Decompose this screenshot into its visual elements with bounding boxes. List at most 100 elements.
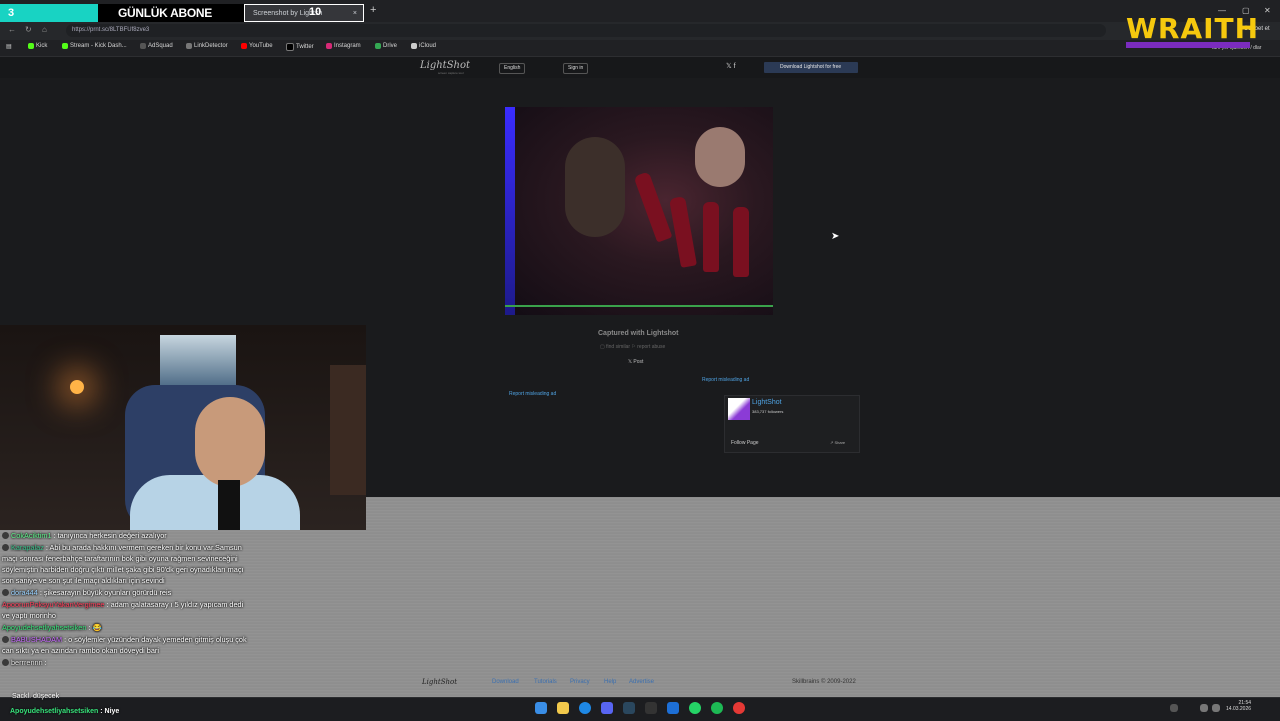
- x-post-button[interactable]: 𝕏 Post: [628, 359, 643, 365]
- discord-icon[interactable]: [601, 702, 613, 714]
- chat-overlay: CokAciktim1 : tanıyınca herkesin değeri …: [0, 530, 250, 669]
- bookmark-twitter[interactable]: Twitter: [286, 43, 314, 51]
- alert-message: Apoyudehsetliyahsetsiken : Niye: [10, 708, 119, 715]
- streamer-head: [195, 397, 265, 487]
- fb-followers: 383,737 followers: [752, 409, 784, 414]
- signin-button[interactable]: Sign in: [563, 63, 589, 74]
- chat-username: Apoyudehsetliyahsetsiken: [2, 623, 87, 632]
- wave-poster: [160, 335, 236, 387]
- url-input[interactable]: https://prnt.sc/8LTBFUf8zve3: [66, 24, 1106, 37]
- footer-link-help[interactable]: Help: [604, 679, 616, 685]
- chat-message: BABUSHADAM : o söylemler yüzünden dayak …: [2, 634, 250, 656]
- footer-link-tutorials[interactable]: Tutorials: [534, 679, 557, 685]
- static-noise-overlay: [366, 497, 1280, 697]
- app-icon[interactable]: [667, 702, 679, 714]
- network-icon[interactable]: [1200, 704, 1208, 712]
- download-button[interactable]: Download Lightshot for free: [764, 62, 858, 73]
- icloud-icon: [411, 43, 417, 49]
- follow-page-button[interactable]: Follow Page: [731, 440, 759, 446]
- alert-username: Apoyudehsetliyahsetsiken: [10, 708, 99, 715]
- bottle: [733, 207, 749, 277]
- badge-icon: [2, 532, 9, 539]
- chat-username: CokAciktim1: [11, 531, 52, 540]
- lightshot-header: [0, 57, 1280, 78]
- lightshot-logo[interactable]: LightShot: [420, 60, 470, 71]
- bookmark-kick-dashboard[interactable]: Stream - Kick Dash...: [62, 43, 127, 49]
- alert-small-text: Sackl. düşecek: [12, 693, 60, 700]
- overlay-tab-3[interactable]: 3: [0, 4, 98, 22]
- gunluk-abone-tab[interactable]: GÜNLÜK ABONE: [98, 4, 244, 22]
- chat-text: : tanıyınca herkesin değeri azalıyor: [53, 531, 167, 540]
- volume-icon[interactable]: [1212, 704, 1220, 712]
- adsquad-icon: [140, 43, 146, 49]
- badge-icon: [2, 544, 9, 551]
- share-button[interactable]: ↗ Share: [830, 440, 845, 445]
- spotify-icon[interactable]: [711, 702, 723, 714]
- bottle: [633, 171, 673, 243]
- lightshot-avatar[interactable]: [728, 398, 750, 420]
- chat-username: berrrennn: [11, 658, 43, 667]
- footer-link-download[interactable]: Download: [492, 679, 519, 685]
- alert-text: : Niye: [100, 708, 120, 715]
- tab-lightshot[interactable]: Screenshot by Lightsh ×: [244, 4, 364, 22]
- youtube-icon: [241, 43, 247, 49]
- report-ad-link[interactable]: Report misleading ad: [509, 391, 556, 397]
- tab-count-badge: 10: [309, 6, 322, 18]
- bookmark-icloud[interactable]: iCloud: [411, 43, 436, 49]
- chat-username: ApoorunPoksyuYakanVergimee: [2, 600, 105, 609]
- edge-icon[interactable]: [579, 702, 591, 714]
- badge-icon: [2, 659, 9, 666]
- bookmark-drive[interactable]: Drive: [375, 43, 397, 49]
- bottle: [703, 202, 719, 272]
- bookmark-kick[interactable]: Kick: [28, 43, 47, 49]
- clock-date: 14.03.2026: [1226, 706, 1252, 712]
- image-actions[interactable]: ▢ find similar ⚐ report abuse: [600, 344, 665, 350]
- reload-icon[interactable]: ↻: [25, 25, 32, 34]
- windows-taskbar: [0, 697, 1280, 721]
- lightshot-logo-sub: screen capture tool: [438, 71, 464, 75]
- badge-icon: [2, 636, 9, 643]
- kick-icon: [28, 43, 34, 49]
- wraith-underline: [1126, 42, 1250, 48]
- chat-username: dora444: [11, 588, 38, 597]
- link-icon: [186, 43, 192, 49]
- blue-light: [505, 107, 515, 315]
- badge-icon: [2, 589, 9, 596]
- footer-link-advertise[interactable]: Advertise: [629, 679, 654, 685]
- captured-text: Captured with Lightshot: [598, 330, 679, 337]
- new-tab-button[interactable]: +: [370, 4, 376, 16]
- system-clock[interactable]: 21:54 14.03.2026: [1226, 700, 1251, 712]
- mouse-cursor-icon: ➤: [831, 231, 840, 242]
- kick-icon: [62, 43, 68, 49]
- close-icon[interactable]: ×: [353, 10, 357, 17]
- tray-chevron-icon[interactable]: [1170, 704, 1178, 712]
- whatsapp-icon[interactable]: [689, 702, 701, 714]
- wraith-logo: WRAITH: [1126, 12, 1260, 45]
- bookmark-instagram[interactable]: Instagram: [326, 43, 361, 49]
- chat-message: ApoorunPoksyuYakanVergimee : adam galata…: [2, 599, 250, 621]
- window-close-icon[interactable]: ✕: [1264, 6, 1271, 15]
- bookmarks-menu-icon[interactable]: ▤: [6, 43, 12, 50]
- back-icon[interactable]: ←: [8, 25, 16, 34]
- gunluk-abone-label: GÜNLÜK ABONE: [118, 6, 212, 20]
- bookmark-adsquad[interactable]: AdSquad: [140, 43, 173, 49]
- file-explorer-icon[interactable]: [557, 702, 569, 714]
- chat-username: Karapalaz: [11, 543, 44, 552]
- social-icons[interactable]: 𝕏 f: [726, 62, 736, 70]
- footer-link-privacy[interactable]: Privacy: [570, 679, 590, 685]
- steam-icon[interactable]: [623, 702, 635, 714]
- webcam-overlay: [0, 325, 366, 530]
- terminal-icon[interactable]: [645, 702, 657, 714]
- screenshot-image[interactable]: [505, 107, 773, 315]
- home-icon[interactable]: ⌂: [42, 25, 47, 34]
- language-select[interactable]: English: [499, 63, 526, 74]
- footer-logo[interactable]: LightShot: [422, 678, 457, 686]
- bookmark-linkdetector[interactable]: LinkDetector: [186, 43, 228, 49]
- bookmark-youtube[interactable]: YouTube: [241, 43, 273, 49]
- chat-text: : şikesarayın büyük oyunları görürdü rei…: [39, 588, 172, 597]
- fb-page-name[interactable]: LightShot: [752, 399, 782, 406]
- instagram-icon: [326, 43, 332, 49]
- report-ad-link[interactable]: Report misleading ad: [702, 377, 749, 383]
- chrome-icon[interactable]: [733, 702, 745, 714]
- windows-start-icon[interactable]: [535, 702, 547, 714]
